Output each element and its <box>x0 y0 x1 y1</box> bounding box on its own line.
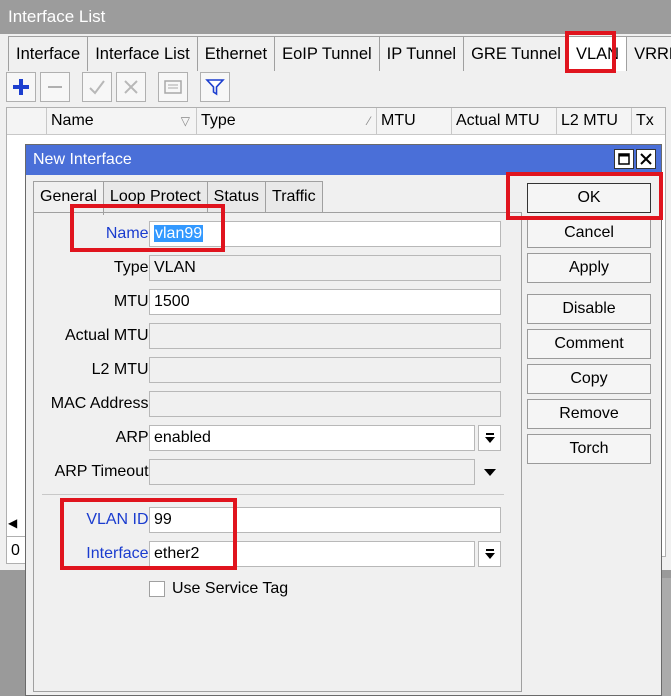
use-service-tag-checkbox[interactable] <box>149 581 165 597</box>
mac-address-label: MAC Address: <box>50 395 153 412</box>
arp-timeout-dropdown-button[interactable] <box>478 459 501 485</box>
tab-loop-protect[interactable]: Loop Protect <box>102 181 208 213</box>
toolbar <box>6 72 232 104</box>
name-row: Name: vlan99 <box>34 221 523 247</box>
arp-select[interactable]: enabled <box>149 425 475 451</box>
disable-button[interactable] <box>116 72 146 102</box>
table-header: Name ▽ Type ⁄ MTU Actual MTU L2 MTU Tx <box>7 108 665 135</box>
arp-label: ARP: <box>115 429 153 446</box>
filter-button[interactable] <box>200 72 230 102</box>
arp-timeout-row: ARP Timeout: <box>34 459 523 485</box>
actual-mtu-field <box>149 323 501 349</box>
window-title: Interface List <box>0 0 671 34</box>
cancel-button[interactable]: Cancel <box>527 218 651 248</box>
dialog-title: New Interface <box>33 151 132 168</box>
tab-vrrp[interactable]: VRRP <box>626 36 671 71</box>
interface-dropdown-button[interactable] <box>478 541 501 567</box>
tab-status[interactable]: Status <box>206 181 267 213</box>
comment-button[interactable]: Comment <box>527 329 651 359</box>
ok-button[interactable]: OK <box>527 183 651 213</box>
name-input[interactable]: vlan99 <box>149 221 501 247</box>
vlan-id-row: VLAN ID: 99 <box>34 507 523 533</box>
dialog-tabs: General Loop Protect Status Traffic <box>33 181 323 215</box>
section-divider <box>42 494 504 495</box>
x-icon <box>124 80 138 94</box>
torch-button[interactable]: Torch <box>527 434 651 464</box>
disable-button[interactable]: Disable <box>527 294 651 324</box>
column-spacer <box>7 108 47 134</box>
plus-icon <box>13 79 29 95</box>
close-icon <box>640 153 652 165</box>
copy-button[interactable]: Copy <box>527 364 651 394</box>
maximize-icon <box>618 153 630 165</box>
tab-traffic[interactable]: Traffic <box>265 181 323 213</box>
dropdown-arrow-icon <box>484 549 495 559</box>
type-label: Type: <box>113 259 153 276</box>
l2-mtu-row: L2 MTU: <box>34 357 523 383</box>
enable-button[interactable] <box>82 72 112 102</box>
tab-ethernet[interactable]: Ethernet <box>196 36 276 71</box>
use-service-tag-row: Use Service Tag <box>149 578 288 600</box>
arp-timeout-label: ARP Timeout: <box>54 463 153 480</box>
name-value: vlan99 <box>154 225 204 242</box>
tab-gre-tunnel[interactable]: GRE Tunnel <box>463 36 569 71</box>
interface-tabs: Interface Interface List Ethernet EoIP T… <box>8 36 671 72</box>
tab-vlan[interactable]: VLAN <box>567 36 628 71</box>
maximize-button[interactable] <box>614 149 634 169</box>
actual-mtu-row: Actual MTU: <box>34 323 523 349</box>
general-panel: Name: vlan99 Type: VLAN MTU: 1500 Actual… <box>33 212 522 692</box>
dialog-title-bar: New Interface <box>26 145 661 175</box>
arp-dropdown-button[interactable] <box>478 425 501 451</box>
l2-mtu-label: L2 MTU: <box>91 361 153 378</box>
type-row: Type: VLAN <box>34 255 523 281</box>
apply-button[interactable]: Apply <box>527 253 651 283</box>
name-label: Name: <box>105 225 153 242</box>
use-service-tag-label: Use Service Tag <box>172 580 289 597</box>
minus-icon <box>48 86 62 88</box>
vlan-id-input[interactable]: 99 <box>149 507 501 533</box>
close-button[interactable] <box>636 149 656 169</box>
new-interface-dialog: New Interface General Loop Protect Statu… <box>25 144 662 696</box>
type-field: VLAN <box>149 255 501 281</box>
actual-mtu-label: Actual MTU: <box>64 327 153 344</box>
mtu-input[interactable]: 1500 <box>149 289 501 315</box>
remove-button[interactable] <box>40 72 70 102</box>
tab-ip-tunnel[interactable]: IP Tunnel <box>378 36 465 71</box>
vlan-id-label: VLAN ID: <box>86 511 153 528</box>
interface-label: Interface: <box>86 545 153 562</box>
column-type[interactable]: Type ⁄ <box>197 108 377 134</box>
comment-button[interactable] <box>158 72 188 102</box>
interface-select[interactable]: ether2 <box>149 541 475 567</box>
mac-address-row: MAC Address: <box>34 391 523 417</box>
tab-interface-list[interactable]: Interface List <box>87 36 198 71</box>
dropdown-arrow-icon <box>484 433 495 443</box>
mtu-label: MTU: <box>113 293 153 310</box>
interface-row: Interface: ether2 <box>34 541 523 567</box>
check-icon <box>89 80 105 95</box>
mtu-row: MTU: 1500 <box>34 289 523 315</box>
arp-row: ARP: enabled <box>34 425 523 451</box>
remove-button[interactable]: Remove <box>527 399 651 429</box>
tab-general[interactable]: General <box>33 181 104 215</box>
resize-icon: ⁄ <box>367 114 370 128</box>
column-name[interactable]: Name ▽ <box>47 108 197 134</box>
sort-icon: ▽ <box>180 114 190 128</box>
comment-icon <box>164 80 182 94</box>
tab-interface[interactable]: Interface <box>8 36 89 71</box>
arp-timeout-field <box>149 459 475 485</box>
add-button[interactable] <box>6 72 36 102</box>
column-l2-mtu[interactable]: L2 MTU <box>557 108 632 134</box>
dropdown-arrow-icon <box>483 469 496 476</box>
filter-icon <box>205 79 225 96</box>
column-mtu[interactable]: MTU <box>377 108 452 134</box>
column-actual-mtu[interactable]: Actual MTU <box>452 108 557 134</box>
l2-mtu-field <box>149 357 501 383</box>
mac-address-field <box>149 391 501 417</box>
tab-eoip-tunnel[interactable]: EoIP Tunnel <box>274 36 380 71</box>
column-tx[interactable]: Tx <box>632 108 665 134</box>
